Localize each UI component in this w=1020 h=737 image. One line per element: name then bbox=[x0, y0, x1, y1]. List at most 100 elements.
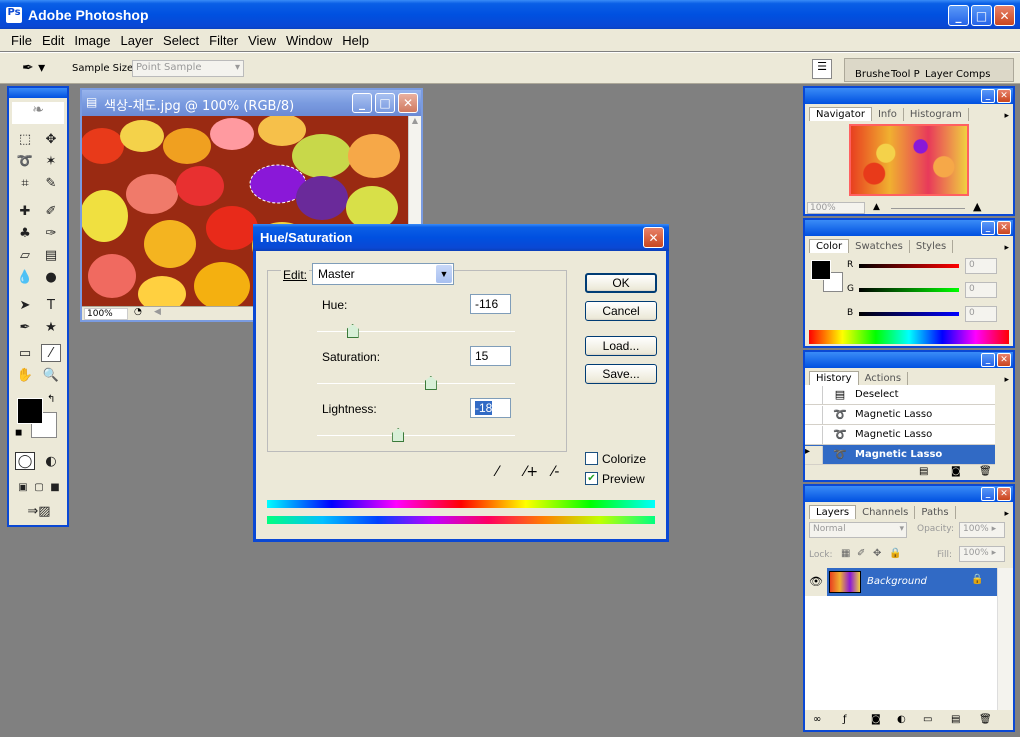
menu-view[interactable]: View bbox=[243, 33, 281, 48]
navigator-thumbnail[interactable] bbox=[849, 124, 969, 196]
well-tab-layer-comps[interactable]: Layer Comps bbox=[925, 69, 990, 80]
marquee-tool-icon[interactable]: ⬚ bbox=[15, 130, 35, 148]
delete-state-icon[interactable]: 🗑 bbox=[979, 466, 992, 477]
lightness-slider-track[interactable] bbox=[317, 435, 515, 436]
menu-filter[interactable]: Filter bbox=[204, 33, 243, 48]
history-item[interactable]: ➰ Magnetic Lasso bbox=[805, 405, 995, 425]
history-minimize-button[interactable]: _ bbox=[981, 353, 995, 367]
tab-info[interactable]: Info bbox=[872, 108, 904, 121]
menu-file[interactable]: File bbox=[6, 33, 37, 48]
eyedropper-tool-preset[interactable]: ✒ ▾ bbox=[22, 60, 62, 78]
tab-color[interactable]: Color bbox=[809, 239, 850, 253]
new-document-from-state-icon[interactable]: ▤ bbox=[919, 466, 928, 477]
doc-maximize-button[interactable]: □ bbox=[375, 93, 395, 113]
color-close-button[interactable]: ✕ bbox=[997, 221, 1011, 235]
lock-image-icon[interactable]: ✐ bbox=[857, 548, 865, 559]
b-slider-track[interactable] bbox=[859, 312, 959, 316]
fill-field[interactable]: 100% ▸ bbox=[959, 546, 1005, 562]
shape-tool-icon[interactable]: ★ bbox=[41, 318, 61, 336]
palette-well-icon[interactable]: ☰ bbox=[812, 59, 832, 79]
layer-name[interactable]: Background bbox=[867, 576, 927, 587]
menu-layer[interactable]: Layer bbox=[116, 33, 159, 48]
zoom-tool-icon[interactable]: 🔍 bbox=[41, 366, 61, 384]
load-button[interactable]: Load... bbox=[585, 336, 657, 356]
type-tool-icon[interactable]: T bbox=[41, 296, 61, 314]
tab-paths[interactable]: Paths bbox=[915, 506, 956, 519]
opacity-field[interactable]: 100% ▸ bbox=[959, 522, 1005, 538]
jump-to-imageready-icon[interactable]: ⇒▨ bbox=[19, 502, 59, 520]
history-item[interactable]: ▤ Deselect bbox=[805, 385, 995, 405]
new-group-icon[interactable]: ▭ bbox=[923, 714, 932, 725]
tab-navigator[interactable]: Navigator bbox=[809, 107, 872, 121]
color-foreground-swatch[interactable] bbox=[811, 260, 831, 280]
dodge-tool-icon[interactable]: ● bbox=[41, 268, 61, 286]
layers-close-button[interactable]: ✕ bbox=[997, 487, 1011, 501]
blur-tool-icon[interactable]: 💧 bbox=[15, 268, 35, 286]
layer-visibility-eye-icon[interactable]: 👁 bbox=[805, 568, 827, 596]
brush-tool-icon[interactable]: ✐ bbox=[41, 202, 61, 220]
screen-mode-full-icon[interactable]: ■ bbox=[45, 478, 65, 496]
sample-size-select[interactable]: Point Sample ▾ bbox=[132, 60, 244, 77]
well-tab-tool-presets[interactable]: Tool P bbox=[891, 69, 920, 80]
g-slider-track[interactable] bbox=[859, 288, 959, 292]
history-item[interactable]: ➰ Magnetic Lasso bbox=[805, 425, 995, 445]
g-field[interactable]: 0 bbox=[965, 282, 997, 298]
zoom-out-icon[interactable]: ▲ bbox=[873, 202, 880, 212]
menu-help[interactable]: Help bbox=[337, 33, 374, 48]
path-selection-tool-icon[interactable]: ➤ bbox=[15, 296, 35, 314]
eraser-tool-icon[interactable]: ▱ bbox=[15, 246, 35, 264]
navigator-close-button[interactable]: ✕ bbox=[997, 89, 1011, 103]
delete-layer-icon[interactable]: 🗑 bbox=[979, 714, 992, 725]
save-button[interactable]: Save... bbox=[585, 364, 657, 384]
history-close-button[interactable]: ✕ bbox=[997, 353, 1011, 367]
saturation-field[interactable]: 15 bbox=[470, 346, 511, 366]
menu-select[interactable]: Select bbox=[158, 33, 204, 48]
history-brush-tool-icon[interactable]: ✑ bbox=[41, 224, 61, 242]
dialog-close-button[interactable]: ✕ bbox=[643, 227, 664, 248]
colorize-checkbox[interactable] bbox=[585, 452, 598, 465]
menu-window[interactable]: Window bbox=[281, 33, 337, 48]
preview-checkbox[interactable]: ✔ bbox=[585, 472, 598, 485]
layers-menu-icon[interactable]: ▸ bbox=[1004, 509, 1009, 519]
hand-tool-icon[interactable]: ✋ bbox=[15, 366, 35, 384]
r-field[interactable]: 0 bbox=[965, 258, 997, 274]
hue-field[interactable]: -116 bbox=[470, 294, 511, 314]
color-ramp[interactable] bbox=[809, 330, 1009, 344]
eyedropper-icon[interactable]: ⁄ bbox=[496, 464, 498, 480]
tab-channels[interactable]: Channels bbox=[856, 506, 916, 519]
zoom-in-icon[interactable]: ▲ bbox=[973, 200, 981, 213]
layers-scrollbar[interactable] bbox=[997, 568, 1013, 710]
doc-minimize-button[interactable]: _ bbox=[352, 93, 372, 113]
b-field[interactable]: 0 bbox=[965, 306, 997, 322]
tab-history[interactable]: History bbox=[809, 371, 859, 385]
new-layer-icon[interactable]: ▤ bbox=[951, 714, 960, 725]
lightness-field[interactable]: -18 bbox=[470, 398, 511, 418]
tab-actions[interactable]: Actions bbox=[859, 372, 909, 385]
notes-tool-icon[interactable]: ▭ bbox=[15, 344, 35, 362]
lock-all-icon[interactable]: 🔒 bbox=[889, 548, 901, 559]
tab-styles[interactable]: Styles bbox=[910, 240, 954, 253]
eyedropper-plus-icon[interactable]: ⁄+ bbox=[524, 464, 538, 480]
tab-swatches[interactable]: Swatches bbox=[849, 240, 910, 253]
navigator-zoom-slider[interactable] bbox=[891, 208, 965, 209]
navigator-zoom[interactable]: 100% bbox=[807, 202, 865, 214]
history-item-selected[interactable]: ▸ ➰ Magnetic Lasso bbox=[805, 445, 995, 465]
menu-edit[interactable]: Edit bbox=[37, 33, 69, 48]
scroll-up-arrow-icon[interactable]: ▲ bbox=[409, 116, 421, 129]
crop-tool-icon[interactable]: ⌗ bbox=[15, 174, 35, 192]
lasso-tool-icon[interactable]: ➰ bbox=[15, 152, 35, 170]
clone-stamp-tool-icon[interactable]: ♣ bbox=[15, 224, 35, 242]
slice-tool-icon[interactable]: ✎ bbox=[41, 174, 61, 192]
new-fill-layer-icon[interactable]: ◐ bbox=[897, 714, 906, 725]
layers-minimize-button[interactable]: _ bbox=[981, 487, 995, 501]
default-colors-icon[interactable]: ◼ bbox=[15, 428, 22, 438]
color-menu-icon[interactable]: ▸ bbox=[1004, 243, 1009, 253]
status-menu-icon[interactable]: ◔ bbox=[134, 307, 142, 317]
doc-close-button[interactable]: ✕ bbox=[398, 93, 418, 113]
standard-mode-icon[interactable]: ◯ bbox=[15, 452, 35, 470]
document-zoom[interactable]: 100% bbox=[84, 308, 128, 320]
r-slider-track[interactable] bbox=[859, 264, 959, 268]
color-minimize-button[interactable]: _ bbox=[981, 221, 995, 235]
cancel-button[interactable]: Cancel bbox=[585, 301, 657, 321]
minimize-button[interactable]: _ bbox=[948, 5, 969, 26]
